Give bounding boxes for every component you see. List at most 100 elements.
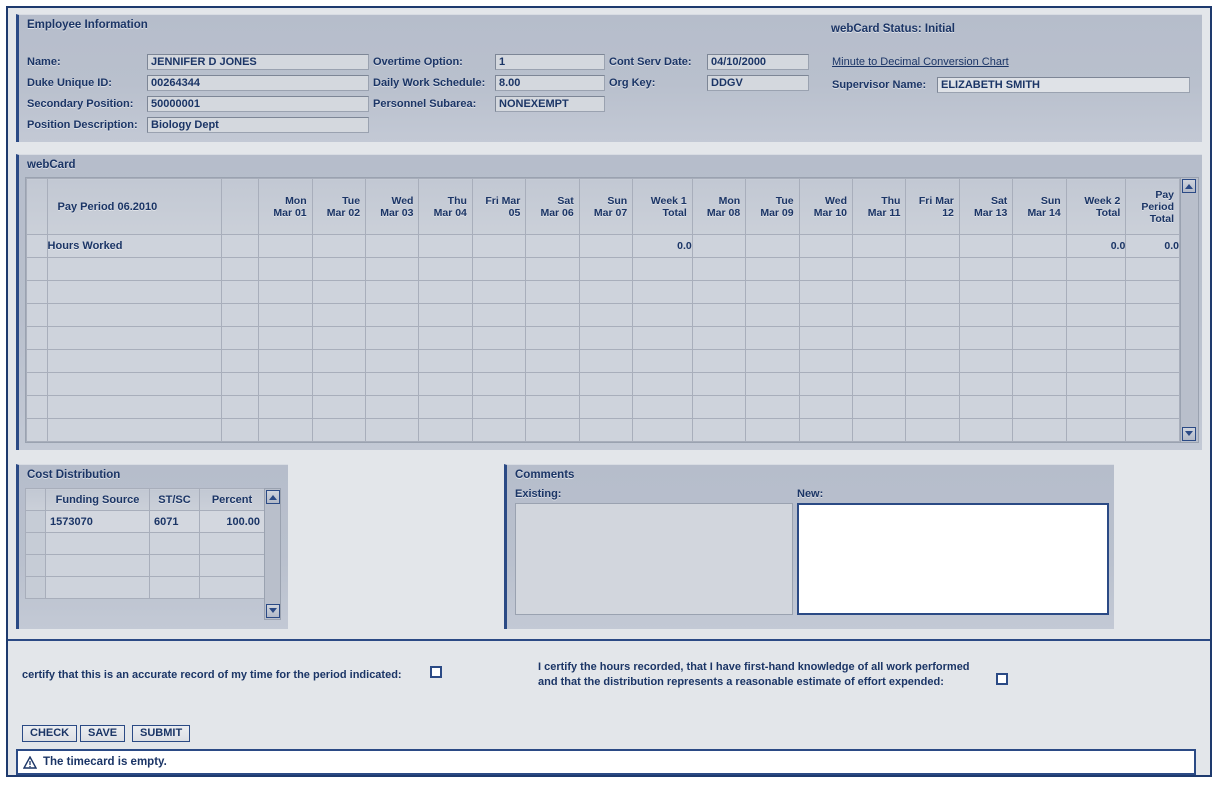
empty-cell[interactable]	[632, 326, 693, 350]
empty-cell[interactable]	[745, 349, 800, 373]
empty-cell[interactable]	[1125, 326, 1180, 350]
empty-cell[interactable]	[471, 372, 527, 396]
empty-cell[interactable]	[418, 280, 473, 304]
cost-empty-cell[interactable]	[149, 532, 200, 555]
cost-empty-cell[interactable]	[149, 554, 200, 577]
empty-cell[interactable]	[365, 280, 420, 304]
empty-cell[interactable]	[745, 372, 800, 396]
empty-cell[interactable]	[745, 257, 800, 281]
field-supervisor-name-value[interactable]: ELIZABETH SMITH	[937, 76, 1190, 93]
cost-row-selector-cell[interactable]	[25, 554, 46, 577]
cost-empty-cell[interactable]	[199, 532, 265, 555]
empty-cell[interactable]	[258, 326, 313, 350]
hours-cell-fri-mar-12[interactable]	[905, 234, 960, 258]
empty-cell[interactable]	[852, 418, 907, 442]
empty-cell[interactable]	[798, 257, 854, 281]
hours-cell-tue-mar-02[interactable]	[311, 234, 367, 258]
empty-cell[interactable]	[905, 326, 960, 350]
empty-cell[interactable]	[471, 257, 527, 281]
row-selector-cell[interactable]	[26, 326, 48, 350]
empty-cell[interactable]	[1125, 280, 1180, 304]
field-personnel-subarea-value[interactable]: NONEXEMPT	[495, 95, 605, 112]
empty-cell[interactable]	[578, 372, 634, 396]
empty-cell[interactable]	[691, 395, 747, 419]
empty-cell[interactable]	[958, 395, 1014, 419]
empty-cell[interactable]	[1065, 303, 1127, 327]
empty-cell[interactable]	[365, 395, 420, 419]
empty-cell[interactable]	[311, 395, 367, 419]
empty-cell[interactable]	[418, 349, 473, 373]
empty-cell[interactable]	[958, 326, 1014, 350]
empty-cell[interactable]	[418, 372, 473, 396]
empty-cell[interactable]	[578, 418, 634, 442]
empty-cell[interactable]	[311, 257, 367, 281]
empty-cell[interactable]	[1125, 395, 1180, 419]
empty-cell[interactable]	[1012, 303, 1067, 327]
empty-cell[interactable]	[311, 280, 367, 304]
empty-cell[interactable]	[1012, 257, 1067, 281]
empty-cell[interactable]	[1012, 372, 1067, 396]
empty-cell[interactable]	[1065, 349, 1127, 373]
empty-cell[interactable]	[221, 418, 260, 442]
empty-cell[interactable]	[578, 303, 634, 327]
webcard-vertical-scrollbar[interactable]	[1180, 178, 1198, 442]
empty-cell[interactable]	[258, 349, 313, 373]
empty-cell[interactable]	[958, 303, 1014, 327]
check-button[interactable]: CHECK	[22, 725, 78, 742]
empty-cell[interactable]	[958, 349, 1014, 373]
empty-cell[interactable]	[578, 280, 634, 304]
empty-cell[interactable]	[578, 257, 634, 281]
scroll-down-button[interactable]	[1182, 427, 1196, 441]
row-selector-cell[interactable]	[26, 234, 48, 258]
row-selector-cell[interactable]	[26, 349, 48, 373]
empty-cell[interactable]	[221, 395, 260, 419]
cost-cell-st-sc[interactable]: 6071	[149, 510, 200, 533]
empty-cell[interactable]	[46, 303, 223, 327]
supervisor-certification-checkbox[interactable]	[996, 673, 1008, 685]
empty-cell[interactable]	[852, 395, 907, 419]
field-cont-serv-date-value[interactable]: 04/10/2000	[707, 53, 809, 70]
empty-cell[interactable]	[798, 372, 854, 396]
row-selector-cell[interactable]	[26, 303, 48, 327]
empty-cell[interactable]	[578, 326, 634, 350]
empty-cell[interactable]	[1065, 395, 1127, 419]
empty-cell[interactable]	[311, 326, 367, 350]
empty-cell[interactable]	[365, 303, 420, 327]
empty-cell[interactable]	[852, 326, 907, 350]
empty-cell[interactable]	[578, 395, 634, 419]
empty-cell[interactable]	[471, 280, 527, 304]
empty-cell[interactable]	[471, 349, 527, 373]
empty-cell[interactable]	[958, 280, 1014, 304]
empty-cell[interactable]	[691, 280, 747, 304]
cost-empty-cell[interactable]	[45, 576, 150, 599]
empty-cell[interactable]	[1012, 418, 1067, 442]
cost-row-selector-cell[interactable]	[25, 510, 46, 533]
empty-cell[interactable]	[311, 349, 367, 373]
hours-cell-fri-mar-05[interactable]	[471, 234, 527, 258]
empty-cell[interactable]	[221, 372, 260, 396]
empty-cell[interactable]	[745, 326, 800, 350]
empty-cell[interactable]	[632, 257, 693, 281]
empty-cell[interactable]	[418, 418, 473, 442]
empty-cell[interactable]	[418, 395, 473, 419]
hours-cell-sat-mar-13[interactable]	[958, 234, 1014, 258]
row-selector-cell[interactable]	[26, 395, 48, 419]
empty-cell[interactable]	[632, 372, 693, 396]
empty-cell[interactable]	[365, 372, 420, 396]
cost-row-selector-cell[interactable]	[25, 576, 46, 599]
empty-cell[interactable]	[958, 257, 1014, 281]
cost-cell-percent[interactable]: 100.00	[199, 510, 265, 533]
empty-cell[interactable]	[691, 349, 747, 373]
empty-cell[interactable]	[258, 280, 313, 304]
empty-cell[interactable]	[632, 395, 693, 419]
row-selector-cell[interactable]	[26, 280, 48, 304]
empty-cell[interactable]	[1012, 349, 1067, 373]
empty-cell[interactable]	[1065, 372, 1127, 396]
empty-cell[interactable]	[365, 349, 420, 373]
field-secondary-position-value[interactable]: 50000001	[147, 95, 369, 112]
cost-cell-funding-source[interactable]: 1573070	[45, 510, 150, 533]
empty-cell[interactable]	[1125, 349, 1180, 373]
cost-empty-cell[interactable]	[149, 576, 200, 599]
hours-cell-sun-mar-07[interactable]	[578, 234, 634, 258]
empty-cell[interactable]	[1012, 326, 1067, 350]
